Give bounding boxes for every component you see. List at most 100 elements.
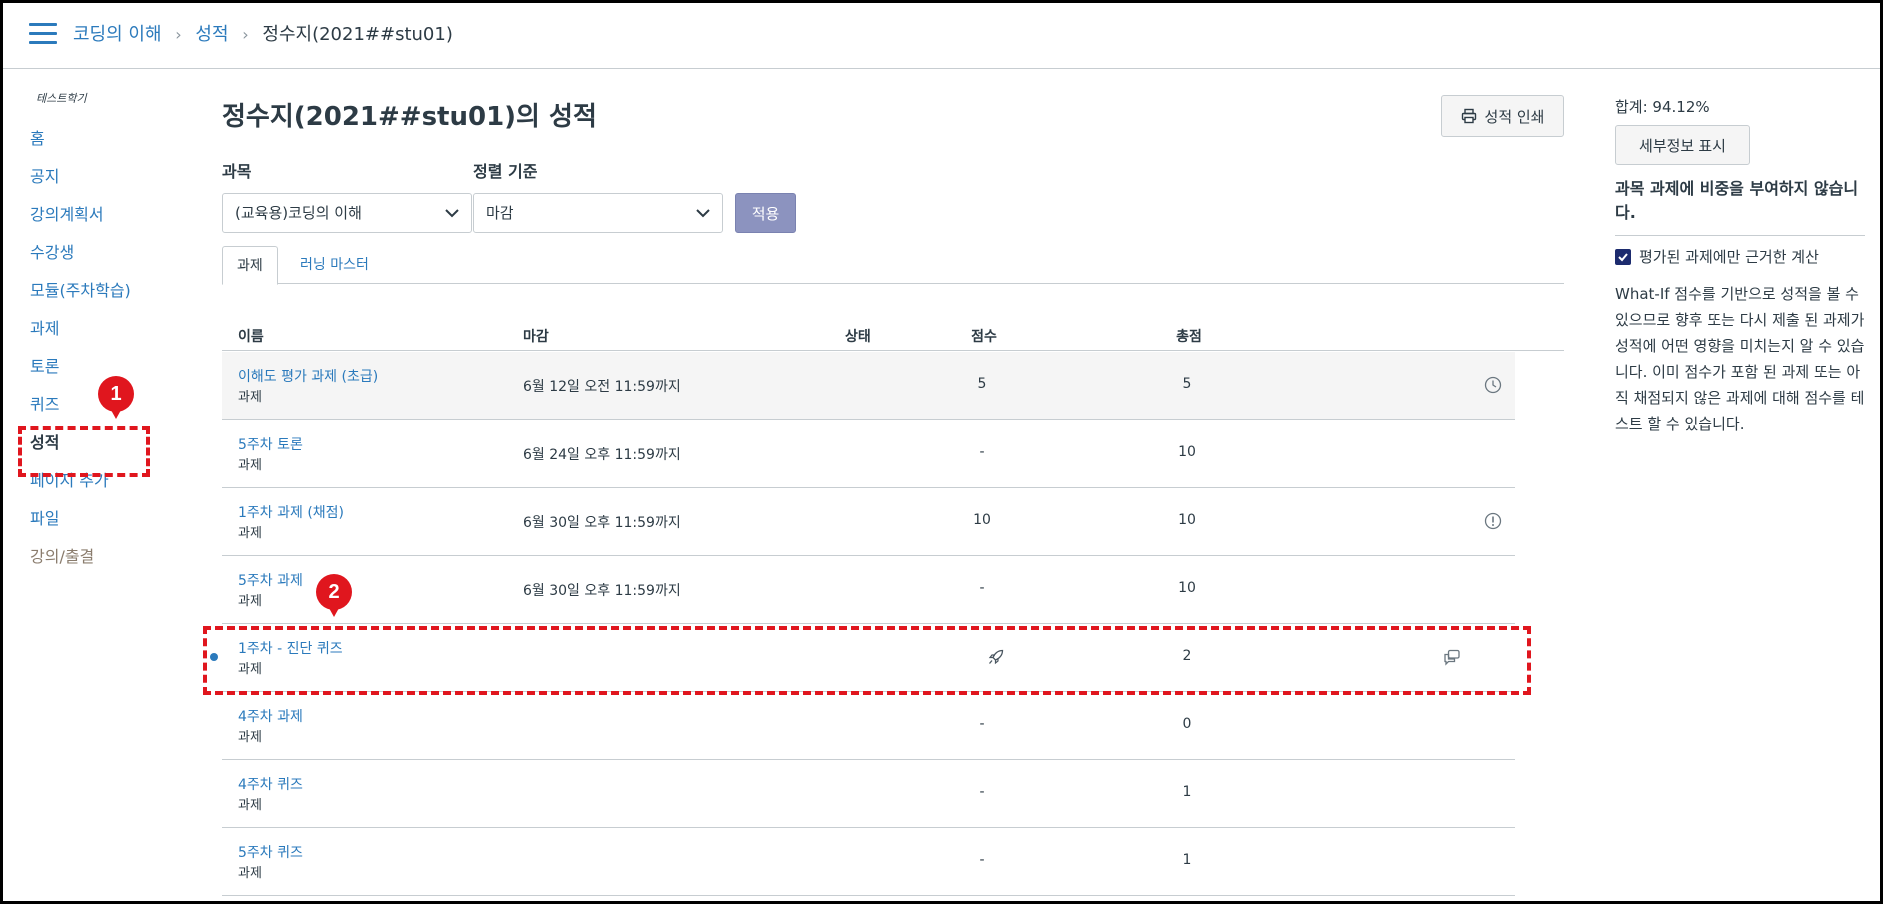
total-grade: 합계: 94.12% xyxy=(1615,98,1710,116)
total-value: 1 xyxy=(1182,784,1192,800)
grade-tabs: 과제 러닝 마스터 xyxy=(222,246,1564,285)
sort-select[interactable]: 마감 xyxy=(473,193,723,233)
col-header-due[interactable]: 마감 xyxy=(523,326,549,346)
checkbox-checked-icon[interactable] xyxy=(1615,248,1631,265)
breadcrumb-current: 정수지(2021##stu01) xyxy=(262,24,453,45)
grades-table-header: 이름 마감 상태 점수 총점 xyxy=(222,321,1564,351)
score-value: 5 xyxy=(977,376,987,392)
nav-item-grades[interactable]: 성적 xyxy=(30,424,180,462)
nav-item-syllabus[interactable]: 강의계획서 xyxy=(30,196,180,234)
rocket-icon xyxy=(988,649,1004,665)
nav-item-students[interactable]: 수강생 xyxy=(30,234,180,272)
checkbox-label: 평가된 과제에만 근거한 계산 xyxy=(1639,248,1819,266)
assignment-type: 과제 xyxy=(238,730,262,745)
assignment-link[interactable]: 4주차 퀴즈 xyxy=(238,774,303,794)
grade-summary-panel: 합계: 94.12% 세부정보 표시 과목 과제에 비중을 부여하지 않습니다.… xyxy=(1615,96,1865,437)
what-if-description: What-If 점수를 기반으로 성적을 볼 수 있으므로 향후 또는 다시 제… xyxy=(1615,285,1865,433)
table-row: 이해도 평가 과제 (초급) 과제 6월 12일 오전 11:59까지 5 5 xyxy=(222,352,1515,420)
nav-item-attendance[interactable]: 강의/출결 xyxy=(30,538,180,576)
table-row: 5주차 토론 과제 6월 24일 오후 11:59까지 - 10 xyxy=(222,420,1515,488)
table-row: 4주차 퀴즈 과제 - 1 xyxy=(222,760,1515,828)
score-value: - xyxy=(979,716,985,732)
breadcrumb-separator: › xyxy=(175,25,182,44)
weighting-note: 과목 과제에 비중을 부여하지 않습니다. xyxy=(1615,177,1865,236)
table-row: 1주차 - 진단 퀴즈 과제 2 xyxy=(210,624,1515,692)
annotation-badge-2: 2 xyxy=(316,574,352,617)
assignment-link[interactable]: 5주차 토론 xyxy=(238,434,303,454)
course-select-value: (교육용)코딩의 이해 xyxy=(235,204,362,222)
unread-dot xyxy=(210,653,218,661)
total-value: 2 xyxy=(1182,648,1192,664)
graded-only-checkbox-row[interactable]: 평가된 과제에만 근거한 계산 xyxy=(1615,246,1865,267)
col-header-status[interactable]: 상태 xyxy=(845,326,871,346)
nav-item-assignments[interactable]: 과제 xyxy=(30,310,180,348)
comments-icon[interactable] xyxy=(1443,648,1461,666)
chevron-down-icon xyxy=(445,209,459,218)
assignment-type: 과제 xyxy=(238,798,262,813)
due-date: 6월 30일 오후 11:59까지 xyxy=(523,515,681,531)
due-date: 6월 24일 오후 11:59까지 xyxy=(523,447,681,463)
due-date: 6월 12일 오전 11:59까지 xyxy=(523,379,681,395)
show-details-button[interactable]: 세부정보 표시 xyxy=(1615,125,1750,165)
breadcrumb-grades[interactable]: 성적 xyxy=(195,24,228,45)
nav-item-home[interactable]: 홈 xyxy=(30,120,180,158)
course-navigation: 테스트학기 홈 공지 강의계획서 수강생 모듈(주차학습) 과제 토론 퀴즈 성… xyxy=(30,90,180,576)
total-value: 0 xyxy=(1182,716,1192,732)
total-value: 1 xyxy=(1182,852,1192,868)
hamburger-menu-icon[interactable] xyxy=(29,23,57,47)
total-value: 5 xyxy=(1182,376,1192,392)
course-select-label: 과목 xyxy=(222,162,252,181)
term-label: 테스트학기 xyxy=(36,92,87,105)
breadcrumb: 코딩의 이해 › 성적 › 정수지(2021##stu01) xyxy=(73,21,453,49)
assignment-type: 과제 xyxy=(238,526,262,541)
annotation-badge-1: 1 xyxy=(98,376,134,419)
assignment-link[interactable]: 5주차 과제 xyxy=(238,570,303,590)
breadcrumb-separator: › xyxy=(242,25,249,44)
assignment-type: 과제 xyxy=(238,594,262,609)
top-header: 코딩의 이해 › 성적 › 정수지(2021##stu01) xyxy=(3,3,1880,69)
sort-select-label: 정렬 기준 xyxy=(473,162,538,181)
score-value: - xyxy=(979,852,985,868)
print-button-label: 성적 인쇄 xyxy=(1484,107,1545,126)
assignment-link[interactable]: 이해도 평가 과제 (초급) xyxy=(238,366,378,386)
col-header-total[interactable]: 총점 xyxy=(1176,326,1202,346)
breadcrumb-course[interactable]: 코딩의 이해 xyxy=(73,24,162,45)
assignment-type: 과제 xyxy=(238,458,262,473)
total-value: 10 xyxy=(1178,512,1196,528)
page-title: 정수지(2021##stu01)의 성적 xyxy=(222,102,597,132)
sort-select-value: 마감 xyxy=(486,204,514,222)
score-value: - xyxy=(979,784,985,800)
assignment-type: 과제 xyxy=(238,390,262,405)
assignment-type: 과제 xyxy=(238,662,262,677)
tab-learning-mastery[interactable]: 러닝 마스터 xyxy=(286,246,383,284)
score-value: - xyxy=(979,580,985,596)
score-value: 10 xyxy=(973,512,991,528)
due-date: 6월 30일 오후 11:59까지 xyxy=(523,583,681,599)
table-row: 4주차 과제 과제 - 0 xyxy=(222,692,1515,760)
assignment-link[interactable]: 1주차 - 진단 퀴즈 xyxy=(238,638,343,658)
assignment-link[interactable]: 4주차 과제 xyxy=(238,706,303,726)
apply-button[interactable]: 적용 xyxy=(735,193,796,233)
score-value: - xyxy=(979,444,985,460)
alert-circle-icon[interactable] xyxy=(1484,512,1502,530)
assignment-link[interactable]: 5주차 퀴즈 xyxy=(238,842,303,862)
nav-item-modules[interactable]: 모듈(주차학습) xyxy=(30,272,180,310)
course-select[interactable]: (교육용)코딩의 이해 xyxy=(222,193,472,233)
total-value: 10 xyxy=(1178,444,1196,460)
nav-item-announcements[interactable]: 공지 xyxy=(30,158,180,196)
col-header-score[interactable]: 점수 xyxy=(971,326,997,346)
assignment-link[interactable]: 1주차 과제 (채점) xyxy=(238,502,344,522)
chevron-down-icon xyxy=(696,209,710,218)
table-row: 5주차 과제 과제 6월 30일 오후 11:59까지 - 10 xyxy=(222,556,1515,624)
table-row: 1주차 과제 (채점) 과제 6월 30일 오후 11:59까지 10 10 xyxy=(222,488,1515,556)
print-grades-button[interactable]: 성적 인쇄 xyxy=(1441,95,1564,137)
table-row: 5주차 퀴즈 과제 - 1 xyxy=(222,828,1515,896)
printer-icon xyxy=(1461,108,1476,124)
nav-item-files[interactable]: 파일 xyxy=(30,500,180,538)
nav-item-add-page[interactable]: 페이지 추가 xyxy=(30,462,180,500)
total-value: 10 xyxy=(1178,580,1196,596)
tab-assignments[interactable]: 과제 xyxy=(222,246,278,285)
col-header-name[interactable]: 이름 xyxy=(238,326,264,346)
assignment-type: 과제 xyxy=(238,866,262,881)
clock-icon[interactable] xyxy=(1484,376,1502,394)
